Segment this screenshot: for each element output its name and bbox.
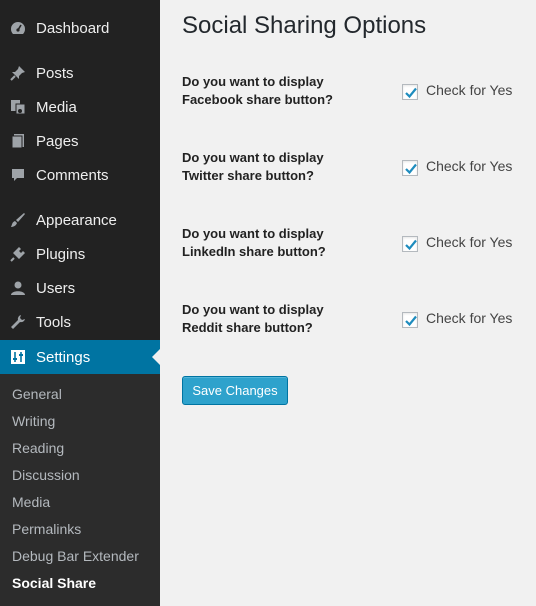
submenu-item-discussion[interactable]: Discussion — [12, 467, 80, 483]
checkmark-icon — [405, 87, 417, 99]
linkedin-option-label: Do you want to display LinkedIn share bu… — [182, 225, 382, 261]
sidebar-item-comments[interactable]: Comments — [0, 158, 160, 192]
pages-icon — [10, 133, 26, 149]
main-content: Social Sharing Options Do you want to di… — [160, 0, 536, 606]
media-icon — [10, 99, 26, 115]
option-question-line: Do you want to display — [182, 302, 324, 317]
sidebar-item-label: Settings — [36, 348, 91, 366]
sidebar-item-dashboard[interactable]: Dashboard — [0, 11, 160, 45]
option-question-line: LinkedIn share button? — [182, 244, 326, 259]
sidebar-item-tools[interactable]: Tools — [0, 305, 160, 339]
facebook-checkbox-label[interactable]: Check for Yes — [426, 82, 512, 98]
submenu-item-writing[interactable]: Writing — [12, 413, 55, 429]
sidebar-item-label: Pages — [36, 132, 79, 150]
settings-icon — [10, 349, 26, 365]
option-question-line: Do you want to display — [182, 74, 324, 89]
facebook-checkbox[interactable] — [402, 84, 418, 100]
sidebar-item-plugins[interactable]: Plugins — [0, 237, 160, 271]
sidebar-item-pages[interactable]: Pages — [0, 124, 160, 158]
sidebar-item-users[interactable]: Users — [0, 271, 160, 305]
reddit-checkbox-label[interactable]: Check for Yes — [426, 310, 512, 326]
option-question-line: Facebook share button? — [182, 92, 333, 107]
option-question-line: Reddit share button? — [182, 320, 313, 335]
submenu-item-social-share[interactable]: Social Share — [12, 575, 96, 591]
submenu-item-permalinks[interactable]: Permalinks — [12, 521, 81, 537]
pin-icon — [10, 65, 26, 81]
option-question-line: Do you want to display — [182, 226, 324, 241]
sidebar-item-settings[interactable]: Settings — [0, 340, 160, 374]
reddit-checkbox[interactable] — [402, 312, 418, 328]
checkmark-icon — [405, 163, 417, 175]
settings-submenu: General Writing Reading Discussion Media… — [0, 374, 160, 606]
sidebar-item-appearance[interactable]: Appearance — [0, 203, 160, 237]
sidebar-item-label: Posts — [36, 64, 74, 82]
twitter-option-label: Do you want to display Twitter share but… — [182, 149, 382, 185]
twitter-checkbox-label[interactable]: Check for Yes — [426, 158, 512, 174]
sidebar-item-label: Plugins — [36, 245, 86, 263]
checkmark-icon — [405, 315, 417, 327]
admin-sidebar: Dashboard Posts Media Pages Comments App… — [0, 0, 160, 606]
save-changes-button[interactable]: Save Changes — [182, 376, 288, 405]
option-question-line: Do you want to display — [182, 150, 324, 165]
user-icon — [10, 280, 26, 296]
reddit-option-label: Do you want to display Reddit share butt… — [182, 301, 382, 337]
linkedin-checkbox-label[interactable]: Check for Yes — [426, 234, 512, 250]
sidebar-item-label: Tools — [36, 313, 72, 331]
page-title: Social Sharing Options — [182, 12, 427, 39]
facebook-option-label: Do you want to display Facebook share bu… — [182, 73, 382, 109]
linkedin-checkbox[interactable] — [402, 236, 418, 252]
submenu-item-debug-bar-extender[interactable]: Debug Bar Extender — [12, 548, 139, 564]
sidebar-item-label: Comments — [36, 166, 109, 184]
sidebar-item-label: Users — [36, 279, 76, 297]
sidebar-item-label: Appearance — [36, 211, 117, 229]
sidebar-item-posts[interactable]: Posts — [0, 56, 160, 90]
sidebar-item-label: Dashboard — [36, 19, 110, 37]
dashboard-icon — [10, 20, 26, 36]
submenu-item-reading[interactable]: Reading — [12, 440, 64, 456]
wrench-icon — [10, 314, 26, 330]
submenu-item-media[interactable]: Media — [12, 494, 50, 510]
sidebar-item-label: Media — [36, 98, 77, 116]
brush-icon — [10, 212, 26, 228]
checkmark-icon — [405, 239, 417, 251]
plugin-icon — [10, 246, 26, 262]
sidebar-item-media[interactable]: Media — [0, 90, 160, 124]
twitter-checkbox[interactable] — [402, 160, 418, 176]
comments-icon — [10, 167, 26, 183]
submenu-item-general[interactable]: General — [12, 386, 62, 402]
option-question-line: Twitter share button? — [182, 168, 314, 183]
